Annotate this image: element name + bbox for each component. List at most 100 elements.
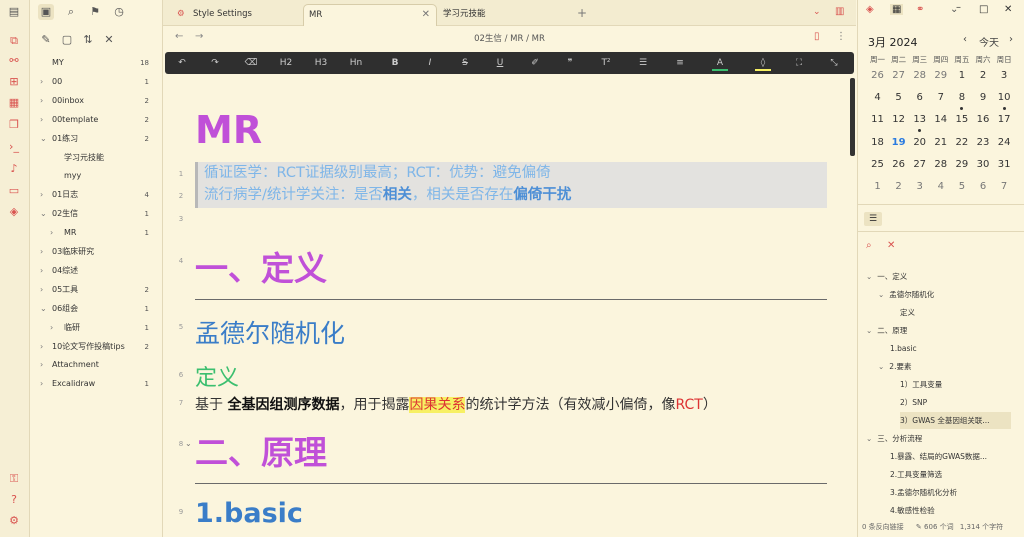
undo-icon[interactable]: ↶ [174, 55, 190, 71]
font-color-icon[interactable]: A [712, 55, 728, 71]
calendar-day[interactable]: 2 [888, 181, 909, 192]
outline-item[interactable]: ⌄ 2.要素 [878, 358, 1011, 375]
minimize-icon[interactable]: – [956, 2, 961, 13]
calendar-day[interactable]: 30 [973, 159, 994, 170]
close-tab-icon[interactable]: ✕ [422, 5, 430, 25]
previous-month-icon[interactable]: ‹ [963, 34, 967, 45]
editor-area[interactable]: MR 1 2 循证医学：RCT证据级别最高；RCT：优势：避免偏倚 流行病学/统… [163, 74, 856, 537]
heading-3-icon[interactable]: H3 [313, 55, 329, 71]
strikethrough-icon[interactable]: S [457, 55, 473, 71]
backlinks-count[interactable]: 0 条反向链接 [862, 523, 904, 531]
file-tree-item[interactable]: ⌄ 01练习 2 [30, 130, 163, 148]
chevron-right-icon[interactable]: › [50, 224, 58, 242]
outline-item[interactable]: 2.工具变量筛选 [890, 466, 1011, 483]
underline-icon[interactable]: U [492, 55, 508, 71]
recent-files-icon[interactable]: ◷ [111, 4, 127, 20]
chevron-right-icon[interactable]: › [40, 73, 48, 91]
outline-item[interactable]: 4.敏感性检验 [890, 502, 1011, 519]
link-icon[interactable]: ⚭ [916, 4, 924, 15]
superscript-icon[interactable]: T² [598, 55, 614, 71]
search-icon[interactable]: ⌕ [63, 4, 79, 20]
vault-icon[interactable]: ⚿ [7, 472, 21, 486]
calendar-day[interactable]: 4 [867, 92, 888, 103]
daily-note-icon[interactable]: ▦ [7, 96, 21, 110]
calendar-day[interactable]: 5 [951, 181, 972, 192]
outline-item[interactable]: ⌄ 二、原理 [866, 322, 1011, 339]
calendar-day[interactable]: 21 [930, 137, 951, 148]
tag-icon[interactable]: ◈ [7, 205, 21, 219]
today-button[interactable]: 今天 [979, 34, 999, 49]
canvas-icon[interactable]: ⊞ [7, 75, 21, 89]
chevron-right-icon[interactable]: › [40, 92, 48, 110]
calendar-day[interactable]: 26 [867, 70, 888, 81]
chevron-right-icon[interactable]: › [50, 319, 58, 337]
calendar-day[interactable]: 25 [867, 159, 888, 170]
tab-mr[interactable]: MR ✕ [303, 4, 437, 26]
new-folder-icon[interactable]: ▢ [59, 32, 75, 48]
tab-study-skills[interactable]: 学习元技能 [439, 4, 569, 26]
file-tree-item[interactable]: ⌄ 02生信 1 [30, 205, 163, 223]
file-tree-item[interactable]: 学习元技能 [30, 149, 163, 167]
new-note-icon[interactable]: ✎ [38, 32, 54, 48]
tag-icon[interactable]: ◈ [866, 4, 874, 15]
file-tree-item[interactable]: › 临研 1 [30, 319, 163, 337]
copy-icon[interactable]: ❐ [7, 118, 21, 132]
bullet-list-icon[interactable]: ☰ [635, 55, 651, 71]
file-tree-item[interactable]: › 01日志 4 [30, 186, 163, 204]
file-tree-item[interactable]: myy [30, 167, 163, 185]
search-icon[interactable]: ⌕ [866, 240, 872, 251]
settings-gear-icon[interactable]: ⚙ [7, 514, 21, 528]
chevron-down-icon[interactable]: ⌄ [40, 130, 48, 148]
calendar-day[interactable]: 17 [994, 114, 1015, 125]
bookmark-icon[interactable]: ⚑ [87, 4, 103, 20]
calendar-day[interactable]: 27 [888, 70, 909, 81]
close-window-icon[interactable]: ✕ [1004, 4, 1012, 15]
calendar-day[interactable]: 24 [994, 137, 1015, 148]
calendar-day[interactable]: 11 [867, 114, 888, 125]
sidebar-toggle-icon[interactable]: ▥ [835, 6, 844, 17]
collapse-all-icon[interactable]: ✕ [887, 240, 895, 251]
file-tree-item[interactable]: ⌄ 06组会 1 [30, 300, 163, 318]
calendar-day[interactable]: 5 [888, 92, 909, 103]
chevron-right-icon[interactable]: › [40, 338, 48, 356]
sort-icon[interactable]: ⇅ [80, 32, 96, 48]
outline-item[interactable]: ⌄ 一、定义 [866, 268, 1011, 285]
chevron-down-icon[interactable]: ⌄ [813, 7, 821, 17]
chevron-right-icon[interactable]: › [40, 375, 48, 393]
chevron-down-icon[interactable]: ⌄ [866, 434, 872, 443]
file-tree-item[interactable]: › 00template 2 [30, 111, 163, 129]
calendar-day[interactable]: 27 [909, 159, 930, 170]
calendar-day[interactable]: 15 [951, 114, 972, 125]
chevron-down-icon[interactable]: ⌄ [40, 300, 48, 318]
calendar-day[interactable]: 31 [994, 159, 1015, 170]
outline-item[interactable]: 3）GWAS 全基因组关联... [900, 412, 1011, 429]
file-tree-item[interactable]: › Attachment [30, 356, 163, 374]
calendar-day[interactable]: 19 [888, 137, 909, 148]
calendar-day[interactable]: 6 [973, 181, 994, 192]
file-tree-item[interactable]: › 03临床研究 [30, 243, 163, 261]
calendar-day[interactable]: 8 [951, 92, 972, 103]
calendar-day[interactable]: 22 [951, 137, 972, 148]
calendar-day[interactable]: 28 [930, 159, 951, 170]
folder-icon[interactable]: ▣ [38, 4, 54, 20]
calendar-day[interactable]: 1 [951, 70, 972, 81]
calendar-day[interactable]: 28 [909, 70, 930, 81]
next-month-icon[interactable]: › [1009, 34, 1013, 45]
calendar-day[interactable]: 20 [909, 137, 930, 148]
collapse-all-icon[interactable]: ✕ [101, 32, 117, 48]
file-tree-item[interactable]: › 04综述 [30, 262, 163, 280]
chevron-right-icon[interactable]: › [40, 356, 48, 374]
calendar-day[interactable]: 10 [994, 92, 1015, 103]
outline-item[interactable]: 定义 [900, 304, 1011, 321]
italic-icon[interactable]: I [422, 55, 438, 71]
quote-icon[interactable]: ❞ [562, 55, 578, 71]
eraser-icon[interactable]: ⌫ [243, 55, 259, 71]
chevron-right-icon[interactable]: › [40, 281, 48, 299]
outline-item[interactable]: ⌄ 孟德尔随机化 [878, 286, 1011, 303]
chevron-down-icon[interactable]: ⌄ [878, 290, 884, 299]
microphone-icon[interactable]: ♪ [7, 162, 21, 176]
outline-item[interactable]: 1.暴露、结局的GWAS数据... [890, 448, 1011, 465]
chevron-down-icon[interactable]: ⌄ [40, 205, 48, 223]
calendar-day[interactable]: 2 [973, 70, 994, 81]
bold-icon[interactable]: B [387, 55, 403, 71]
